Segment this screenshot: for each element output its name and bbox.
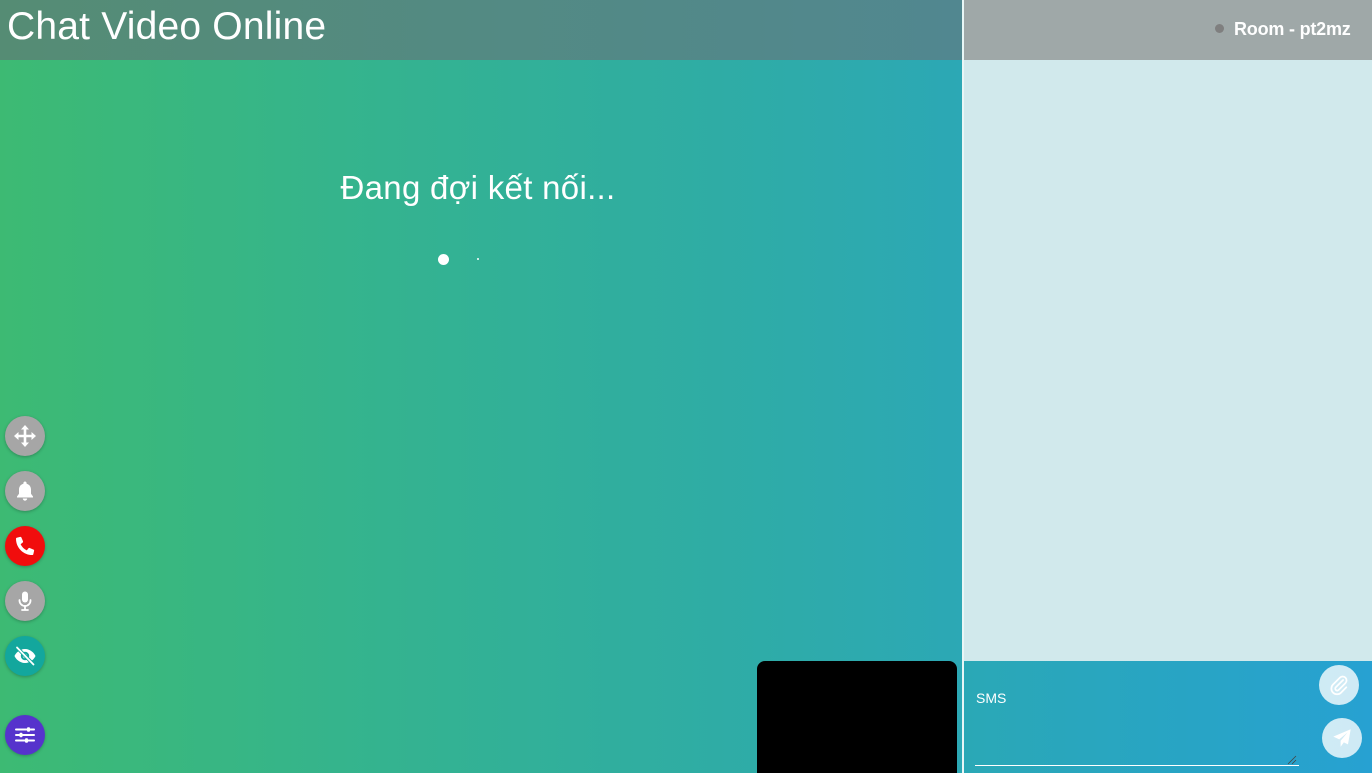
- local-video-preview[interactable]: [757, 661, 957, 773]
- loading-dot: [438, 254, 449, 265]
- app-header: Chat Video Online: [0, 0, 962, 60]
- sms-input[interactable]: [975, 680, 1299, 766]
- notification-button[interactable]: [5, 471, 45, 511]
- eye-slash-icon: [14, 645, 36, 667]
- paper-plane-icon: [1333, 729, 1351, 747]
- hide-video-button[interactable]: [5, 636, 45, 676]
- sliders-icon: [15, 727, 35, 743]
- room-label: Room - pt2mz: [1234, 19, 1351, 39]
- loading-dot: [477, 258, 479, 260]
- room-status-dot: [1215, 24, 1224, 33]
- end-call-button[interactable]: [5, 526, 45, 566]
- phone-icon: [16, 536, 35, 555]
- settings-button[interactable]: [5, 715, 45, 755]
- bell-icon: [17, 481, 33, 501]
- attach-button[interactable]: [1319, 665, 1359, 705]
- chat-messages: [964, 60, 1372, 661]
- send-button[interactable]: [1322, 718, 1362, 758]
- video-stage: Chat Video Online Đang đợi kết nối...: [0, 0, 962, 773]
- app-title: Chat Video Online: [7, 5, 327, 48]
- paperclip-icon: [1330, 675, 1348, 696]
- resize-grip-icon[interactable]: [1287, 755, 1297, 765]
- connection-status: Đang đợi kết nối...: [340, 169, 616, 206]
- microphone-button[interactable]: [5, 581, 45, 621]
- move-button[interactable]: [5, 416, 45, 456]
- move-arrows-icon: [14, 425, 36, 447]
- microphone-icon: [18, 591, 32, 611]
